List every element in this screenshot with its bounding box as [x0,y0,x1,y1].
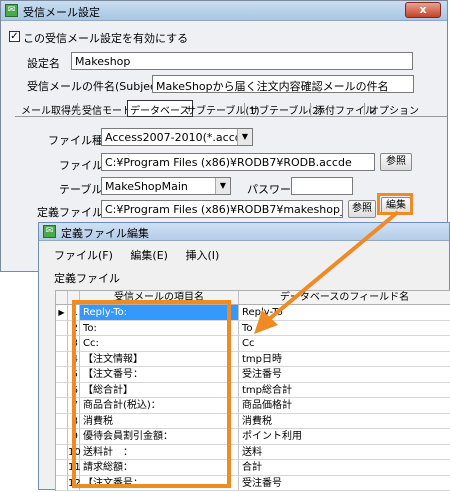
cell-field-name[interactable]: tmp総合計 [239,383,450,398]
menu-file[interactable]: ファイル(F) [54,249,113,262]
file-type-value: Access2007-2010(*.accd*) [105,131,252,144]
tab-database[interactable]: データベース [127,100,193,117]
header-corner [56,291,68,304]
menu-insert[interactable]: 挿入(I) [185,249,219,262]
close-button[interactable]: x [405,2,441,18]
row-indicator[interactable] [56,460,68,475]
row-indicator[interactable] [56,351,68,366]
cell-field-name[interactable]: 送料 [239,445,450,460]
edit-button-highlight [377,193,413,215]
subject-input[interactable]: MakeShopから届く注文内容確認メールの件名 [152,75,414,93]
editor-app-icon: ✉ [43,225,56,238]
row-indicator[interactable] [56,475,68,490]
row-indicator[interactable] [56,398,68,413]
cell-field-name[interactable]: 合計 [239,460,450,475]
chevron-down-icon[interactable]: ▼ [237,129,252,145]
row-indicator[interactable] [56,429,68,444]
browse-definition-button[interactable]: 参照 [348,200,376,218]
title-bar[interactable]: ✉ 受信メール設定 x [1,1,447,21]
file-type-select[interactable]: Access2007-2010(*.accd*) ▼ [101,128,253,146]
cell-field-name[interactable]: 商品価格計 [239,398,450,413]
tab-mail-source[interactable]: メール取得先 [19,101,83,117]
cell-field-name[interactable]: ポイント利用 [239,429,450,444]
cell-field-name[interactable]: Cc [239,336,450,351]
row-indicator[interactable] [56,444,68,459]
column-header-field[interactable]: データベースのフィールド名 [239,291,450,304]
cell-field-name[interactable]: 受注番号 [239,367,450,382]
editor-title-bar[interactable]: ✉ 定義ファイル編集 [39,223,449,241]
cell-field-name[interactable]: 消費税 [239,414,450,429]
settings-name-input[interactable]: Makeshop [71,52,413,70]
tab-separator [364,103,365,115]
password-input[interactable] [291,177,353,195]
tab-separator [244,103,245,115]
menu-edit[interactable]: 編集(E) [130,249,168,262]
file-name-input[interactable]: C:¥Program Files (x86)¥RODB7¥RODB.accde [101,153,375,171]
row-indicator[interactable] [56,382,68,397]
row-indicator[interactable] [56,367,68,382]
app-icon: ✉ [5,4,18,17]
row-indicator[interactable] [56,320,68,335]
window-title: 受信メール設定 [23,6,100,19]
item-column-highlight [72,300,231,488]
browse-db-button[interactable]: 参照 [380,153,412,171]
definition-file-input[interactable]: C:¥Program Files (x86)¥RODB7¥makeshop_1.… [101,200,343,218]
row-indicator[interactable]: ▶ [56,305,68,320]
tab-options[interactable]: オプション [367,101,421,117]
definition-file-section-label: 定義ファイル [54,272,120,285]
tab-separator [310,103,311,115]
cell-field-name[interactable]: Reply-To [239,305,450,320]
cell-field-name[interactable]: 受注番号 [239,476,450,491]
settings-name-label: 設定名 [27,57,60,70]
chevron-down-icon[interactable]: ▼ [215,178,230,194]
tab-receive-mode[interactable]: 受信モード [80,101,134,117]
tab-separator [77,103,78,115]
cell-field-name[interactable]: tmp日時 [239,352,450,367]
row-indicator[interactable] [56,413,68,428]
menu-bar: ファイル(F) 編集(E) 挿入(I) [54,247,233,263]
cell-field-name[interactable]: To [239,321,450,336]
enable-checkbox-label: この受信メール設定を有効にする [23,32,189,45]
row-indicator[interactable] [56,336,68,351]
enable-checkbox[interactable]: ✓ [9,31,20,42]
table-name-select[interactable]: MakeShopMain ▼ [101,177,231,195]
table-name-value: MakeShopMain [105,180,188,193]
subject-label: 受信メールの件名(Subject) [27,80,165,93]
editor-title: 定義ファイル編集 [61,227,149,240]
